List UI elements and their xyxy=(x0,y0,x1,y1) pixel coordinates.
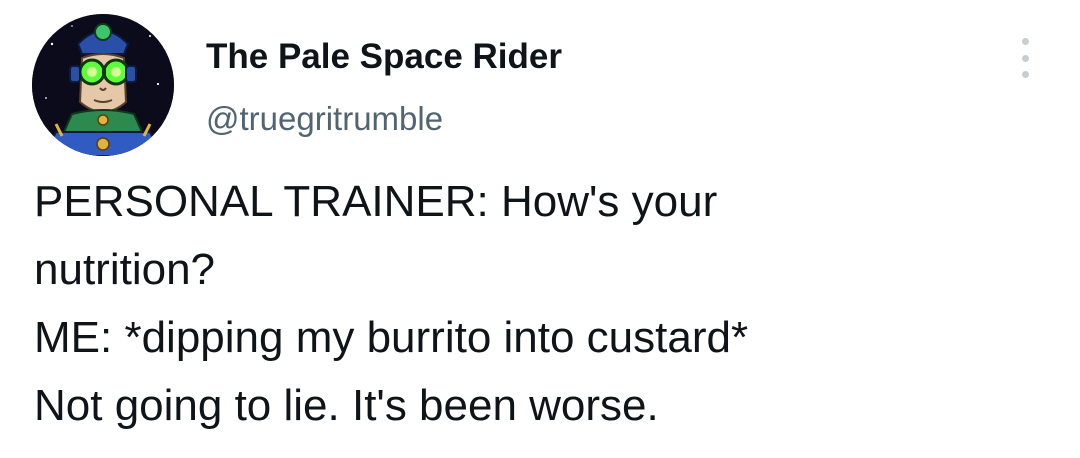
tweet-text-line: ME: *dipping my burrito into custard* xyxy=(34,313,749,362)
alien-astronaut-avatar-icon xyxy=(32,14,174,156)
more-options-dot xyxy=(1021,71,1029,78)
username-handle[interactable]: @truegritrumble xyxy=(206,99,443,139)
tweet-text: PERSONAL TRAINER: How's your nutrition? … xyxy=(34,168,1064,440)
more-options-dot xyxy=(1021,38,1029,45)
more-options-dot xyxy=(1021,54,1029,62)
tweet-text-line: Not going to lie. It's been worse. xyxy=(34,381,659,430)
tweet-text-line: nutrition? xyxy=(34,245,216,294)
avatar[interactable] xyxy=(32,14,174,156)
display-name[interactable]: The Pale Space Rider xyxy=(206,37,562,77)
tweet-text-line: PERSONAL TRAINER: How's your xyxy=(34,177,718,226)
tweet-card: The Pale Space Rider @truegritrumble PER… xyxy=(0,0,1080,458)
more-options-icon[interactable] xyxy=(1008,38,1042,78)
